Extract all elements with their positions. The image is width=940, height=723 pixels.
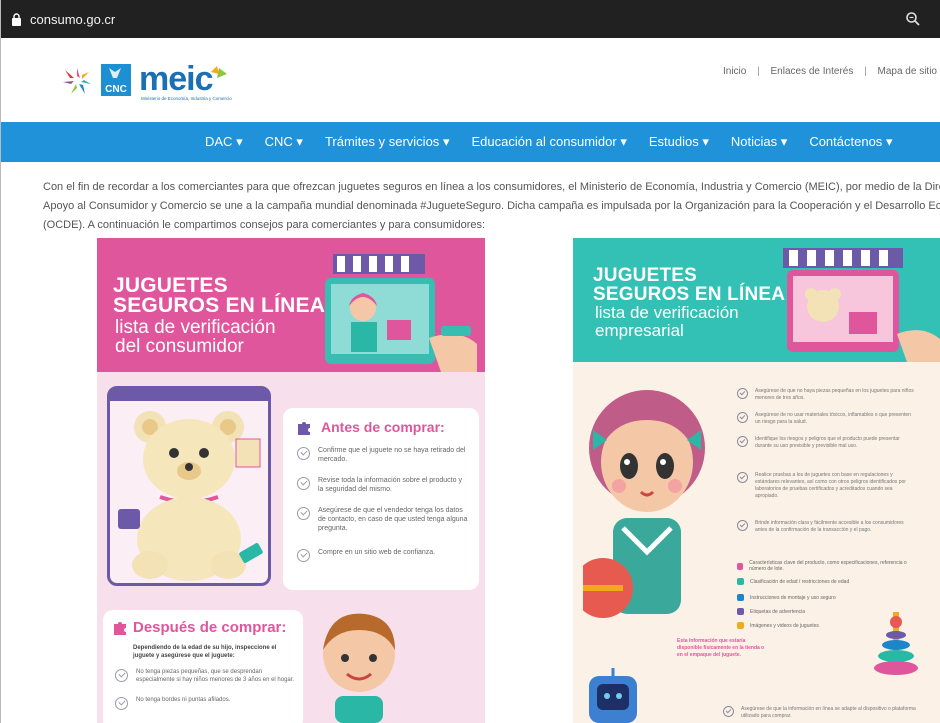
checklist-item: Revise toda la información sobre el prod… [297, 476, 469, 494]
info-note: Esta información que estaría disponible … [677, 638, 765, 658]
antes-heading: Antes de comprar: [321, 419, 445, 435]
intro-line: Apoyo al Consumidor y Comercio se une a … [43, 200, 940, 212]
feature-item: Clasificación de edad / restricciones de… [737, 578, 917, 585]
link-inicio[interactable]: Inicio [723, 66, 746, 77]
lock-icon [12, 12, 21, 26]
check-circle-icon [737, 412, 748, 423]
zoom-icon[interactable] [905, 11, 921, 27]
chevron-down-icon: ▾ [620, 134, 627, 149]
stacking-rings-illustration [874, 612, 918, 675]
checklist-item: Asegúrese de que la información en línea… [723, 706, 923, 720]
chevron-down-icon: ▾ [236, 134, 243, 149]
star-logo-icon [63, 68, 91, 94]
banner-title: SEGUROS EN LÍNEA: [593, 284, 792, 305]
checklist-item: Asegúrese de que el vendedor tenga los d… [297, 506, 469, 533]
banner-subtitle: lista de verificación [115, 317, 276, 338]
nav-item-cnc[interactable]: CNC ▾ [265, 134, 303, 150]
banner-subtitle: lista de verificación [595, 303, 739, 322]
check-circle-icon [737, 388, 748, 399]
browser-window: consumo.go.cr CNC meic Ministerio de Eco… [0, 0, 940, 723]
chevron-down-icon: ▾ [442, 134, 450, 149]
consumer-banner: JUGUETES SEGUROS EN LÍNEA: lista de veri… [97, 238, 485, 372]
svg-text:CNC: CNC [105, 84, 127, 95]
business-infographic[interactable]: JUGUETES SEGUROS EN LÍNEA: lista de veri… [573, 238, 940, 723]
chevron-down-icon: ▾ [885, 134, 893, 149]
link-enlaces[interactable]: Enlaces de Interés [771, 66, 854, 77]
address-bar[interactable]: consumo.go.cr [1, 0, 940, 38]
nav-item-contactenos[interactable]: Contáctenos ▾ [809, 134, 892, 150]
banner-title: JUGUETES [593, 265, 698, 286]
despues-intro: Dependiendo de la edad de su hijo, inspe… [133, 645, 277, 659]
puzzle-icon [114, 622, 126, 635]
check-circle-icon [737, 520, 748, 531]
shop-laptop-illustration [325, 254, 477, 372]
separator: | [864, 66, 867, 77]
nav-item-tramites[interactable]: Trámites y servicios ▾ [325, 134, 450, 150]
check-circle-icon [115, 697, 128, 710]
check-circle-icon [297, 549, 310, 562]
nav-item-educacion[interactable]: Educación al consumidor ▾ [471, 134, 626, 150]
link-mapa[interactable]: Mapa de sitio [878, 66, 937, 77]
tag-icon [737, 578, 744, 585]
nav-item-noticias[interactable]: Noticias ▾ [731, 134, 787, 150]
girl-illustration [583, 390, 705, 618]
tag-icon [737, 594, 744, 601]
url-text[interactable]: consumo.go.cr [30, 12, 115, 27]
checklist-item: Asegúrese de que no haya piezas pequeñas… [737, 388, 917, 402]
check-circle-icon [297, 507, 310, 520]
check-circle-icon [723, 706, 734, 717]
check-circle-icon [115, 669, 128, 682]
banner-subtitle: del consumidor [115, 336, 244, 357]
puzzle-icon [298, 422, 310, 435]
feature-item: Características clave del producto, como… [737, 560, 917, 572]
nav-item-estudios[interactable]: Estudios ▾ [649, 134, 709, 150]
checklist-item: Compre en un sitio web de confianza. [297, 548, 469, 562]
banner-title: SEGUROS EN LÍNEA: [113, 294, 333, 317]
checklist-item: Brinde información clara y fácilmente ac… [737, 520, 917, 534]
consumer-infographic[interactable]: JUGUETES SEGUROS EN LÍNEA: lista de veri… [97, 238, 485, 723]
robot-illustration [589, 668, 637, 723]
checklist-item: No tenga bordes ni puntas afilados. [115, 696, 295, 710]
antes-panel: Antes de comprar: Confirme que el juguet… [283, 408, 479, 590]
check-circle-icon [297, 447, 310, 460]
checklist-item: Realice pruebas a los de juguetes con ba… [737, 472, 917, 500]
tag-icon [737, 622, 744, 629]
intro-line: (OCDE). A continuación le compartimos co… [43, 219, 486, 231]
checklist-item: Identifique los riesgos y peligros que e… [737, 436, 917, 450]
chevron-down-icon: ▾ [702, 134, 709, 149]
check-circle-icon [297, 477, 310, 490]
tag-icon [737, 608, 744, 615]
intro-line: Con el fin de recordar a los comerciante… [43, 181, 940, 193]
separator: | [757, 66, 760, 77]
logo-graphic: CNC meic Ministerio de Economía, Industr… [63, 60, 232, 101]
checklist-item: Confirme que el juguete no se haya retir… [297, 446, 469, 464]
checklist-item: Asegúrese de no usar materiales tóxicos,… [737, 412, 917, 426]
nav-item-dac[interactable]: DAC ▾ [205, 134, 243, 150]
site-header: CNC meic Ministerio de Economía, Industr… [1, 38, 940, 122]
svg-text:meic: meic [139, 60, 213, 98]
chevron-down-icon: ▾ [780, 134, 788, 149]
banner-title: JUGUETES [113, 274, 228, 297]
feature-item: Instrucciones de montaje y uso seguro [737, 594, 917, 601]
teddy-bear-illustration [110, 389, 268, 581]
business-banner: JUGUETES SEGUROS EN LÍNEA: lista de veri… [573, 238, 940, 362]
top-links: Inicio | Enlaces de Interés | Mapa de si… [719, 66, 940, 77]
shop-tablet-illustration [783, 248, 940, 362]
intro-paragraph: Con el fin de recordar a los comerciante… [43, 178, 940, 235]
banner-subtitle: empresarial [595, 321, 684, 340]
check-circle-icon [737, 436, 748, 447]
check-circle-icon [737, 472, 748, 483]
teddy-panel [107, 386, 271, 586]
despues-heading: Después de comprar: [133, 619, 287, 636]
tag-icon [737, 562, 744, 570]
svg-text:Ministerio de Economía, Indust: Ministerio de Economía, Industria y Come… [141, 96, 232, 101]
main-nav: DAC ▾ CNC ▾ Trámites y servicios ▾ Educa… [1, 122, 940, 162]
boy-illustration [323, 613, 395, 723]
despues-panel: Después de comprar: Dependiendo de la ed… [103, 610, 303, 723]
chevron-down-icon: ▾ [296, 134, 303, 149]
site-logo[interactable]: CNC meic Ministerio de Economía, Industr… [61, 52, 261, 110]
checklist-item: No tenga piezas pequeñas, que se despren… [115, 668, 295, 684]
